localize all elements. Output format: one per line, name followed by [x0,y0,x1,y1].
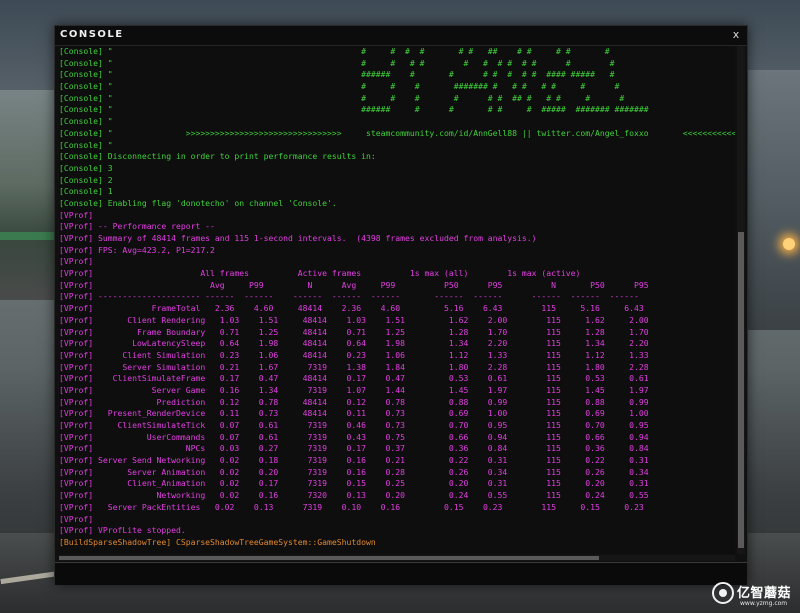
console-input[interactable] [58,565,742,583]
log-line: [VProf] Server Game 0.16 1.34 7319 1.07 … [59,384,649,395]
log-line: [Console] " # # # # # # ## # # # # # [59,92,625,103]
log-line: [VProf] UserCommands 0.07 0.61 7319 0.43… [59,431,649,442]
log-line: [VProf] Client_Animation 0.02 0.17 7319 … [59,478,649,489]
watermark: 亿智蘑菇 www.yzmg.com [712,580,798,610]
log-line: [VProf] ClientSimulateFrame 0.17 0.47 48… [59,373,649,384]
log-line: [VProf] FPS: Avg=423.2, P1=217.2 [59,244,215,255]
watermark-url: www.yzmg.com [740,600,788,607]
background-train-stripe [0,232,60,240]
log-line: [Console] 3 [59,162,113,173]
log-line: [VProf] --------------------- ------ ---… [59,291,639,302]
log-line: [Console] " [59,116,113,127]
log-line: [VProf] Avg P99 N Avg P99 P50 P95 N P50 … [59,279,649,290]
log-line: [VProf] NPCs 0.03 0.27 7319 0.17 0.37 0.… [59,443,649,454]
horizontal-scroll-thumb[interactable] [59,556,599,560]
watermark-logo-icon [712,582,734,604]
console-titlebar[interactable]: CONSOLE x [55,26,747,46]
log-line: [VProf] All frames Active frames 1s max … [59,268,581,279]
horizontal-scrollbar[interactable] [59,555,735,561]
vertical-scrollbar[interactable] [737,46,745,554]
log-line: [VProf] LowLatencySleep 0.64 1.98 48414 … [59,338,649,349]
log-line: [VProf] Client Rendering 1.03 1.51 48414… [59,314,649,325]
log-line: [VProf] [59,209,94,220]
log-line: [Console] Enabling flag 'donotecho' on c… [59,197,337,208]
log-line: [VProf] Summary of 48414 frames and 115 … [59,233,537,243]
log-line: [VProf] FrameTotal 2.36 4.60 48414 2.36 … [59,303,644,314]
background-train [0,90,60,300]
log-line: [VProf] Client Simulation 0.23 1.06 4841… [59,349,649,360]
console-log[interactable]: [Console] " # # # # # # ## # # # # # [Con… [59,46,735,554]
log-line: [VProf] [59,256,94,267]
log-line: [Console] 2 [59,174,113,185]
close-button[interactable]: x [729,28,743,42]
log-line: [VProf] Present_RenderDevice 0.11 0.73 4… [59,408,649,419]
log-line: [Console] " [59,139,113,150]
console-input-row [55,562,747,585]
console-window: CONSOLE x [Console] " # # # # # # ## # #… [54,25,748,585]
background-lamp [783,238,795,250]
background-building [745,70,800,330]
log-line: [Console] " # # # # # # ## # # # # # [59,46,610,56]
log-line: [BuildSparseShadowTree] CSparseShadowTre… [59,536,376,547]
log-line: [VProf] Server Send Networking 0.02 0.18… [59,455,649,466]
log-line: [VProf] Server PackEntities 0.02 0.13 73… [59,501,644,512]
console-title: CONSOLE [60,29,124,40]
watermark-brand: 亿智蘑菇 [737,586,792,601]
log-line: [Console] " # # # ####### # # # # # # # [59,81,620,92]
log-line: [VProf] ClientSimulateTick 0.07 0.61 731… [59,420,649,430]
log-line: [VProf] -- Performance report -- [59,221,215,232]
log-line: [VProf] Prediction 0.12 0.78 48414 0.12 … [59,396,649,407]
log-line: [Console] Disconnecting in order to prin… [59,151,376,162]
vertical-scroll-thumb[interactable] [738,232,744,548]
log-line: [VProf] VProfLite stopped. [59,525,186,536]
log-line: [Console] " # # # # # # # # # # # # [59,57,615,68]
log-line: [VProf] [59,513,94,524]
log-line: [Console] " ###### # # # # # ##### #####… [59,104,649,115]
log-line: [VProf] Networking 0.02 0.16 7320 0.13 0… [59,490,649,501]
log-line: [VProf] Frame Boundary 0.71 1.25 48414 0… [59,326,649,337]
log-line: [Console] 1 [59,186,113,197]
log-line: [VProf] Server Simulation 0.21 1.67 7319… [59,361,649,372]
log-line: [Console] " ###### # # # # # # # #### ##… [59,69,615,80]
log-line: [VProf] Server Animation 0.02 0.20 7319 … [59,466,649,477]
log-line: [Console] " >>>>>>>>>>>>>>>>>>>>>>>>>>>>… [59,127,735,138]
